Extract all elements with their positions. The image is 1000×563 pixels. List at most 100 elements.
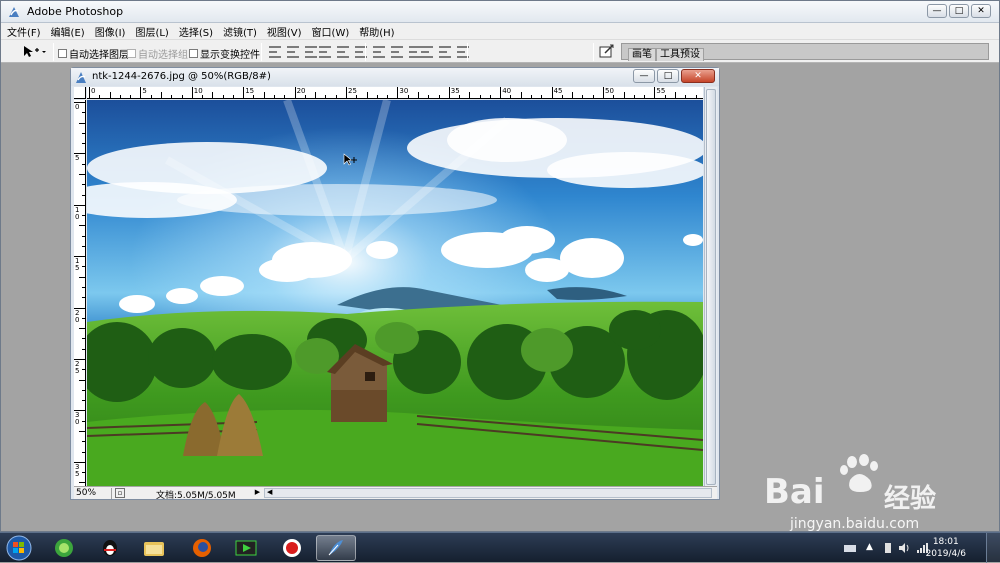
taskbar-firefox[interactable] [182,535,222,561]
menu-layer[interactable]: 图层(L) [135,24,168,39]
vertical-scrollbar[interactable] [704,87,717,487]
align-vertical-centers-icon[interactable] [287,46,299,58]
keyboard-icon[interactable] [844,542,856,554]
tab-brushes[interactable]: 画笔 [628,48,656,61]
horizontal-ruler[interactable]: 0 5 10 15 20 25 30 35 40 45 50 55 [87,87,703,99]
show-desktop-button[interactable] [986,533,1000,563]
title-bar[interactable]: Adobe Photoshop — □ ✕ [1,1,999,23]
ruler-v-label: 15 [75,257,80,273]
ruler-h-minor-tick [685,95,687,98]
menu-window[interactable]: 窗口(W) [312,24,350,39]
status-menu-arrow-icon[interactable]: ▶ [253,488,262,498]
menu-help[interactable]: 帮助(H) [359,24,394,39]
menu-bar: 文件(F) 编辑(E) 图像(I) 图层(L) 选择(S) 滤镜(T) 视图(V… [1,23,999,39]
ruler-h-label: 0 [91,87,96,95]
align-bottom-edges-icon[interactable] [305,46,317,58]
distribute-hcenter-icon[interactable] [439,46,451,58]
ruler-v-minor-tick [82,369,85,371]
windows-taskbar: ▲ 18:01 2019/4/6 [0,532,1000,563]
doc-minimize-button[interactable]: — [633,69,655,83]
taskbar-media-player[interactable] [226,535,266,561]
menu-filter[interactable]: 滤镜(T) [223,24,257,39]
ruler-h-minor-tick [664,95,666,98]
ruler-h-minor-tick [109,92,111,98]
ruler-h-minor-tick [263,92,265,98]
ruler-h-label: 15 [245,87,255,95]
horizontal-scrollbar[interactable]: ◀ [264,488,712,498]
doc-maximize-button[interactable]: □ [657,69,679,83]
usb-device-icon[interactable] [882,542,894,554]
ruler-h-minor-tick [232,95,234,98]
move-tool-icon[interactable] [21,44,47,60]
ruler-h-major-tick [89,87,90,98]
ruler-v-minor-tick [82,451,85,453]
taskbar-360-browser[interactable] [44,535,84,561]
scroll-thumb[interactable] [706,89,716,485]
ruler-v-minor-tick [82,245,85,247]
ruler-h-minor-tick [181,95,183,98]
auto-select-layer-checkbox[interactable]: 自动选择图层 [58,46,129,61]
ruler-h-minor-tick [335,95,337,98]
taskbar-photoshop[interactable] [316,535,356,561]
distribute-top-icon[interactable] [373,46,385,58]
ruler-v-minor-tick [82,112,85,114]
scroll-left-arrow-icon[interactable]: ◀ [267,488,272,496]
ruler-h-minor-tick [387,95,389,98]
vertical-ruler[interactable]: 0 5 10 15 20 25 30 35 [74,100,86,486]
photoshop-doc-icon [76,72,86,83]
maximize-button[interactable]: □ [949,4,969,18]
status-preview-icon[interactable]: ▫ [115,488,125,498]
menu-image[interactable]: 图像(I) [95,24,126,39]
folder-icon [144,542,164,556]
ruler-h-minor-tick [531,95,533,98]
ruler-h-major-tick [603,87,604,98]
tray-expand-icon[interactable]: ▲ [866,542,878,554]
record-icon [283,539,301,557]
distribute-vcenter-icon[interactable] [391,46,403,58]
zoom-level[interactable]: 50% [76,488,112,499]
menu-file[interactable]: 文件(F) [7,24,41,39]
watermark-url: jingyan.baidu.com [790,516,920,532]
document-window: ntk-1244-2676.jpg @ 50%(RGB/8#) — □ ✕ 0 5… [70,67,720,501]
ruler-h-minor-tick [274,95,276,98]
palette-browser-icon[interactable] [599,44,615,59]
ruler-h-label: 20 [296,87,306,95]
auto-select-group-checkbox[interactable]: 自动选择组 [127,46,188,61]
close-button[interactable]: ✕ [971,4,991,18]
menu-edit[interactable]: 编辑(E) [51,24,85,39]
ruler-h-label: 50 [605,87,614,95]
document-title-bar[interactable]: ntk-1244-2676.jpg @ 50%(RGB/8#) — □ ✕ [71,68,719,86]
ruler-h-label: 30 [399,87,409,95]
taskbar-qq[interactable] [90,535,130,561]
taskbar-screen-recorder[interactable] [272,535,312,561]
ruler-h-major-tick [551,87,553,98]
firefox-icon [193,539,211,557]
system-clock[interactable]: 18:01 2019/4/6 [926,536,966,560]
start-button-icon[interactable] [5,535,33,561]
show-transform-checkbox[interactable]: 显示变换控件 [189,46,260,61]
align-left-edges-icon[interactable] [319,46,331,58]
align-top-edges-icon[interactable] [269,46,281,58]
ruler-h-minor-tick [315,92,317,98]
ruler-origin[interactable] [74,87,86,99]
ruler-h-label: 10 [193,87,203,95]
align-horizontal-centers-icon[interactable] [337,46,349,58]
volume-icon[interactable] [898,542,910,554]
distribute-left-icon[interactable] [421,46,433,58]
image-canvas[interactable] [87,100,703,486]
menu-select[interactable]: 选择(S) [179,24,213,39]
ruler-v-label: 10 [75,205,80,221]
distribute-bottom-icon[interactable] [409,46,421,58]
menu-view[interactable]: 视图(V) [267,24,302,39]
ruler-v-minor-tick [82,441,85,443]
taskbar-file-explorer[interactable] [134,535,174,561]
ruler-h-minor-tick [356,95,358,98]
ruler-h-major-tick [500,87,502,98]
tab-tool-presets[interactable]: 工具预设 [656,48,704,61]
minimize-button[interactable]: — [927,4,947,18]
ruler-h-minor-tick [376,95,378,98]
ruler-h-major-tick [397,87,399,98]
doc-close-button[interactable]: ✕ [681,69,715,83]
ruler-h-major-tick [191,87,193,98]
palette-well: 画笔 工具预设 [621,43,989,61]
